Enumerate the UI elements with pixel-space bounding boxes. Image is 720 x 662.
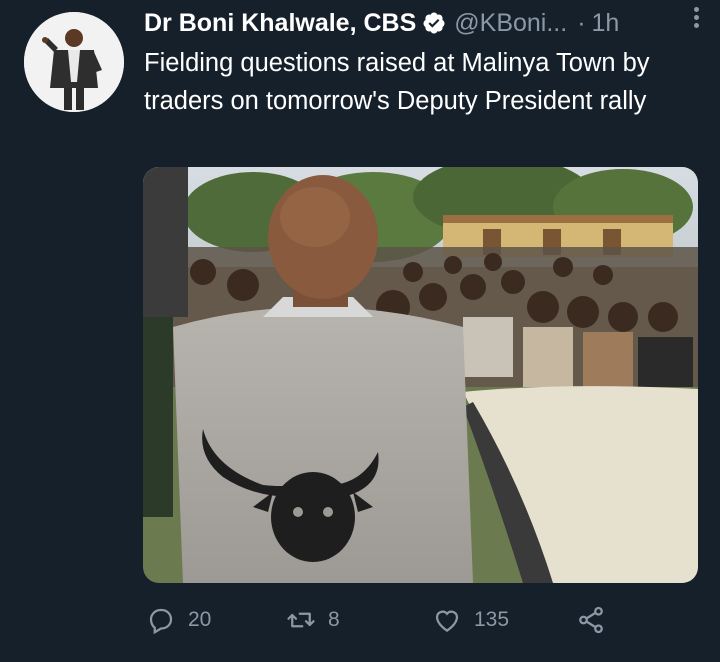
tweet-actions: 20 8 135 [146,602,626,638]
user-handle[interactable]: @KBoni... [454,9,567,38]
like-count: 135 [474,608,510,631]
tweet-photo[interactable] [143,167,698,583]
tweet-header: Dr Boni Khalwale, CBS @KBoni... · 1h [144,6,704,40]
tweet-text: Fielding questions raised at Malinya Tow… [144,49,650,115]
share-button[interactable] [576,602,618,638]
timestamp[interactable]: 1h [592,9,620,38]
like-button[interactable]: 135 [432,602,509,638]
retweet-button[interactable]: 8 [286,602,340,638]
retweet-icon [287,612,315,628]
reply-button[interactable]: 20 [146,602,211,638]
separator-dot: · [577,8,586,37]
like-icon [435,610,459,632]
reply-icon [149,608,173,635]
display-name[interactable]: Dr Boni Khalwale, CBS [144,9,416,38]
verified-badge-icon [423,12,445,34]
retweet-count: 8 [328,608,340,631]
more-options-icon[interactable] [690,4,702,30]
profile-avatar[interactable] [24,12,124,112]
share-icon [579,606,603,634]
reply-count: 20 [188,608,212,631]
